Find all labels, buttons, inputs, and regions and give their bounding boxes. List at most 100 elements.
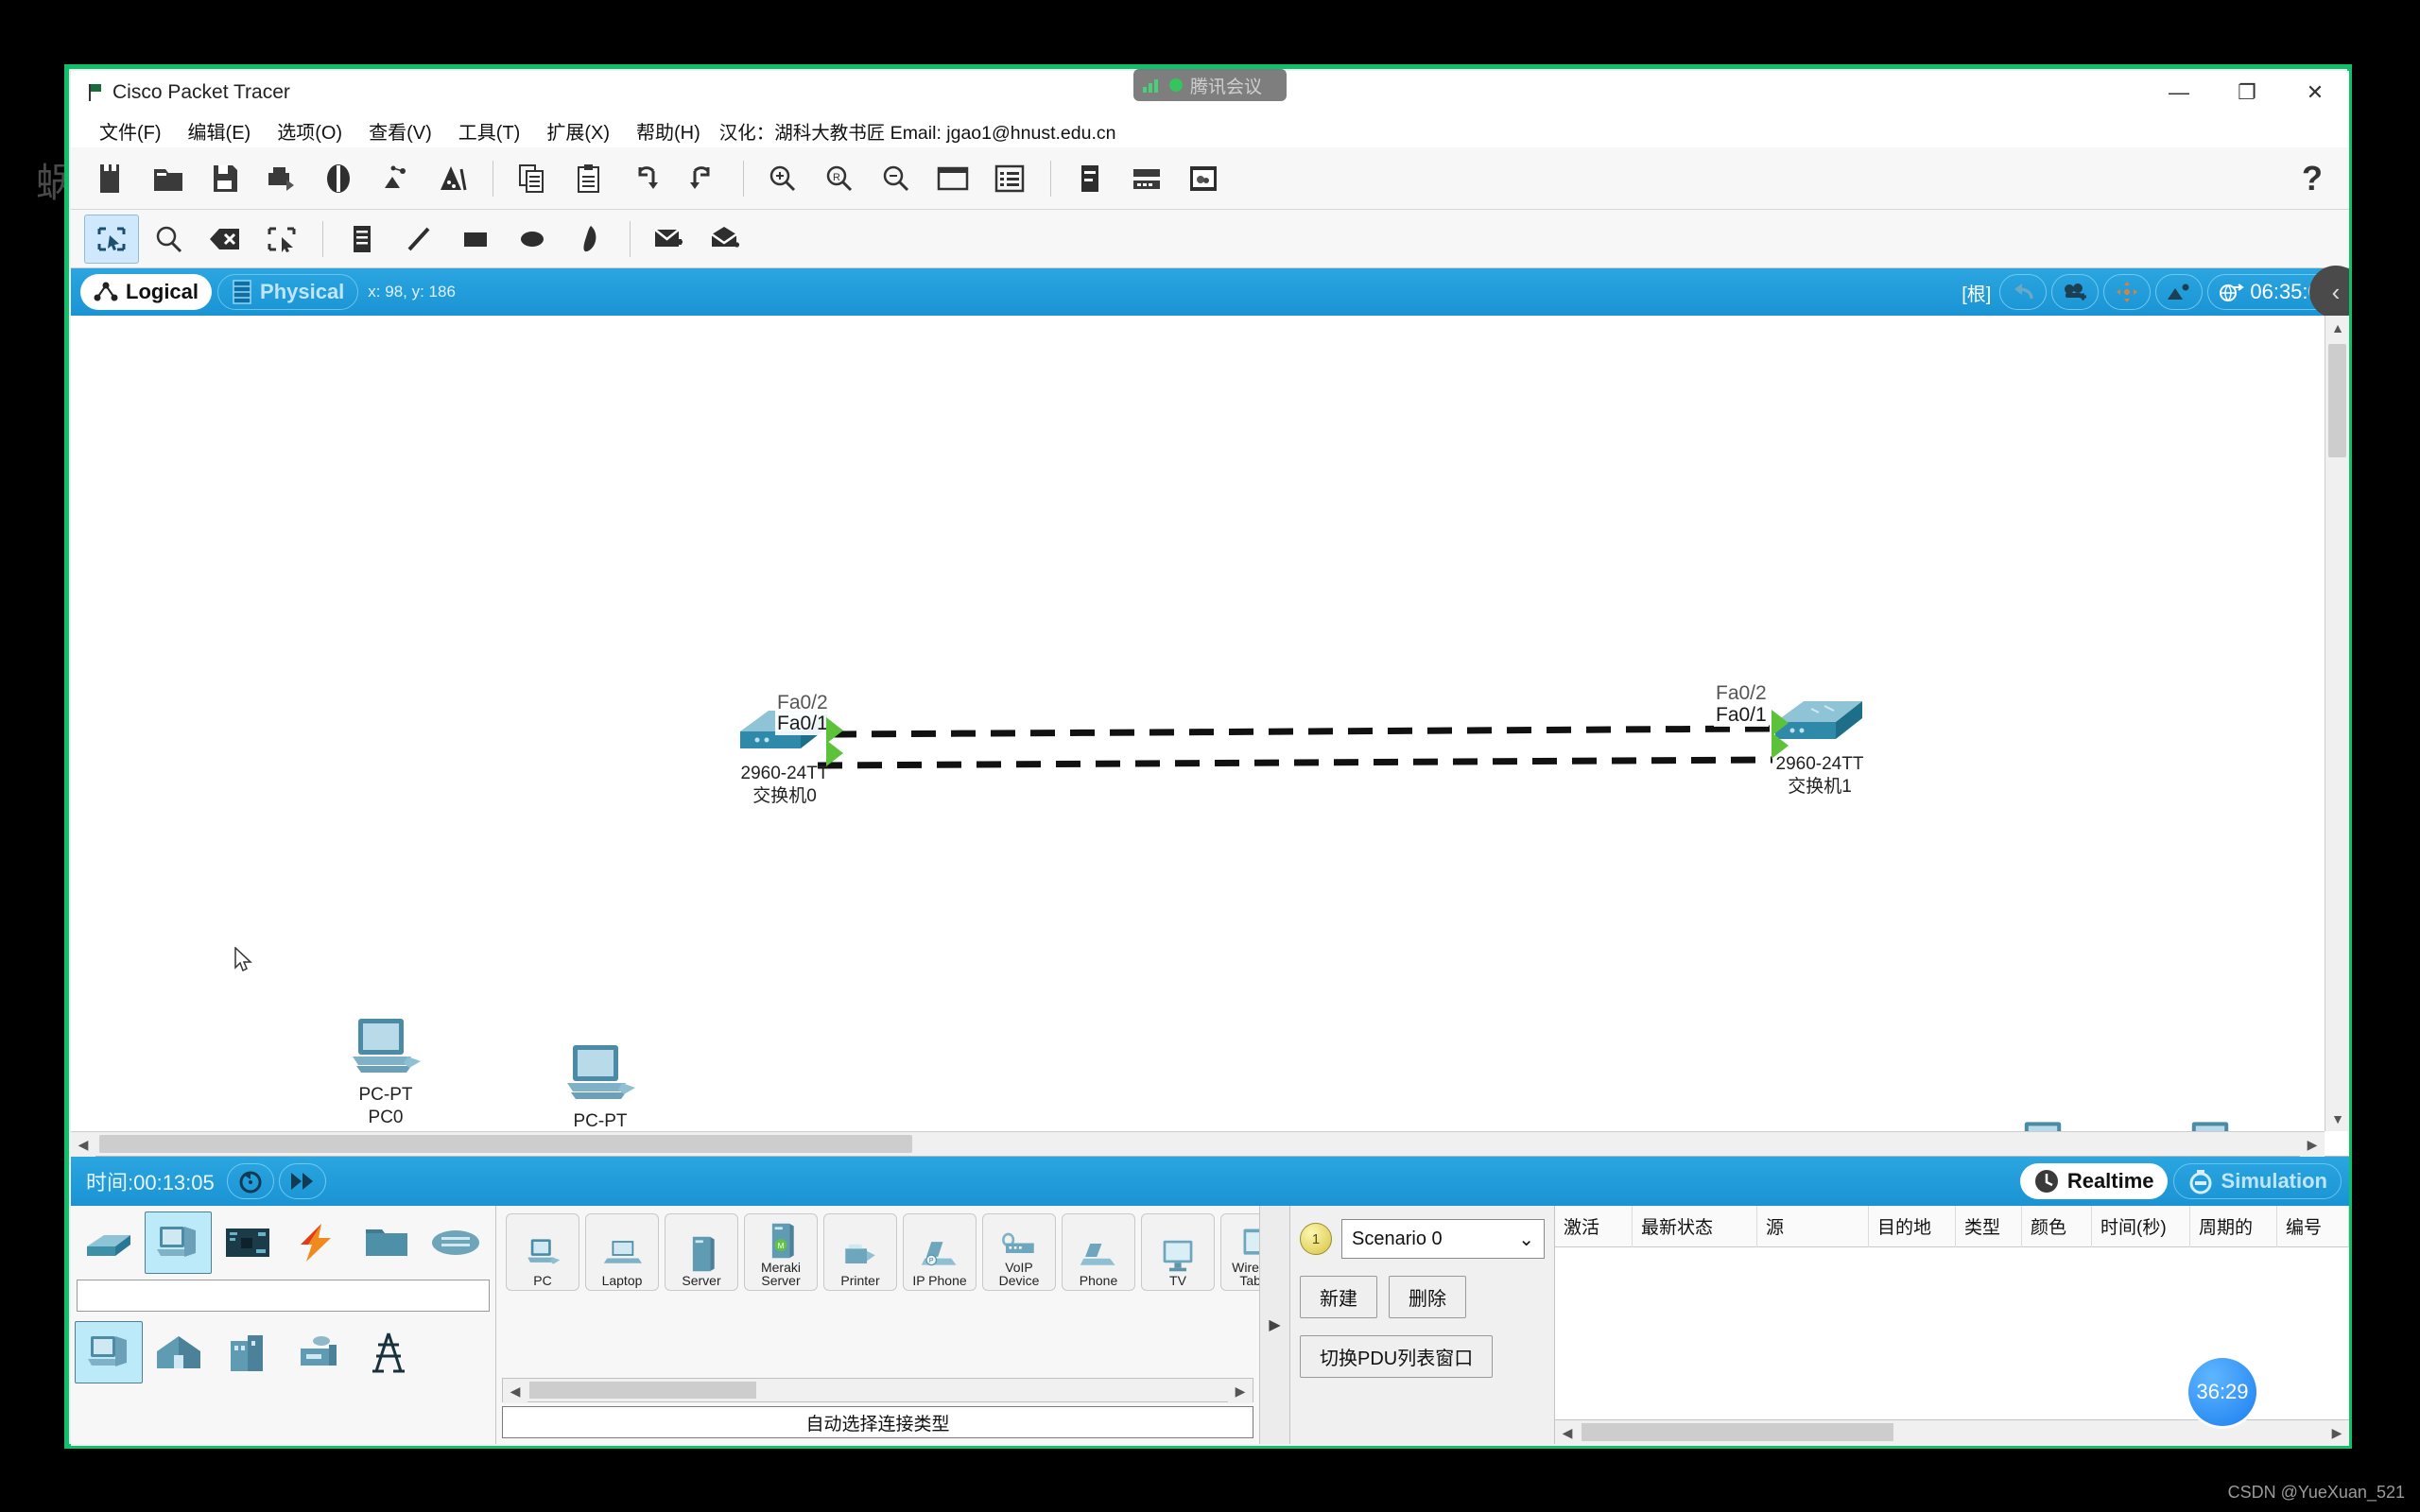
device-pc[interactable]: PC — [506, 1213, 579, 1291]
scroll-left-arrow[interactable]: ◀ — [71, 1132, 95, 1157]
draw-ellipse-icon[interactable] — [505, 215, 560, 264]
network-info-icon[interactable] — [368, 154, 423, 203]
device-meraki-server[interactable]: M Meraki Server — [744, 1213, 818, 1291]
category-connections[interactable] — [284, 1211, 352, 1274]
device-list-scrollbar[interactable]: ◀ ▶ — [502, 1378, 1253, 1403]
place-note-icon[interactable] — [335, 215, 389, 264]
pdu-panel-expander[interactable]: ▶ — [1260, 1206, 1290, 1444]
zoom-reset-icon[interactable]: R — [812, 154, 867, 203]
select-tool-icon[interactable] — [84, 214, 139, 264]
paste-icon[interactable] — [562, 154, 616, 203]
tab-logical[interactable]: Logical — [80, 274, 213, 310]
navigate-back-icon[interactable] — [1999, 274, 2048, 310]
subcategory-end-devices[interactable] — [75, 1321, 143, 1383]
device-pc0[interactable]: PC-PT PC0 — [343, 1015, 428, 1128]
mode-simulation[interactable]: Simulation — [2172, 1163, 2342, 1199]
device-pc3[interactable]: PC-PT PC3 — [2004, 1119, 2089, 1131]
menu-tools[interactable]: 工具(T) — [445, 115, 534, 146]
pdu-col-color[interactable]: 颜色 — [2022, 1205, 2092, 1247]
scroll-down-arrow[interactable]: ▼ — [2325, 1107, 2349, 1131]
draw-freeform-icon[interactable] — [562, 215, 616, 264]
minimize-button[interactable]: — — [2145, 71, 2213, 113]
copy-icon[interactable] — [505, 154, 560, 203]
device-scroll-left-arrow[interactable]: ◀ — [503, 1379, 527, 1403]
pdu-col-periodic[interactable]: 周期的 — [2190, 1205, 2277, 1247]
draw-line-icon[interactable] — [391, 215, 446, 264]
scroll-right-arrow[interactable]: ▶ — [2300, 1132, 2325, 1157]
pdu-col-time[interactable]: 时间(秒) — [2092, 1205, 2190, 1247]
pdu-scroll-thumb[interactable] — [1582, 1423, 1893, 1441]
subcategory-power-grid[interactable] — [354, 1321, 423, 1383]
reset-simulation-button[interactable] — [226, 1163, 274, 1199]
device-rack-icon[interactable] — [1119, 154, 1174, 203]
category-end-devices[interactable] — [144, 1211, 212, 1274]
device-ip-phone[interactable]: P IP Phone — [903, 1213, 977, 1291]
maximize-button[interactable]: ❐ — [2213, 71, 2281, 113]
pdu-col-source[interactable]: 源 — [1757, 1205, 1869, 1247]
pdu-col-active[interactable]: 激活 — [1555, 1205, 1633, 1247]
device-tv[interactable]: TV — [1141, 1213, 1215, 1291]
canvas-vertical-scrollbar[interactable]: ▲ ▼ — [2325, 316, 2349, 1131]
subcategory-home[interactable] — [145, 1321, 213, 1383]
delete-scenario-button[interactable]: 删除 — [1389, 1276, 1466, 1318]
tab-physical[interactable]: Physical — [217, 274, 359, 310]
pdu-col-type[interactable]: 类型 — [1956, 1205, 2022, 1247]
pdu-col-destination[interactable]: 目的地 — [1869, 1205, 1956, 1247]
device-server[interactable]: Server — [665, 1213, 738, 1291]
toggle-pdu-window-button[interactable]: 切换PDU列表窗口 — [1300, 1335, 1494, 1378]
pdu-col-last-status[interactable]: 最新状态 — [1633, 1205, 1757, 1247]
category-network-devices[interactable] — [75, 1211, 143, 1274]
new-scenario-button[interactable]: 新建 — [1300, 1276, 1377, 1318]
device-voip-device[interactable]: VoIP Device — [982, 1213, 1056, 1291]
device-wireless-tablet[interactable]: Wireless Tablet — [1220, 1213, 1259, 1291]
subcategory-smart-city[interactable] — [215, 1321, 283, 1383]
help-question-icon[interactable]: ? — [2302, 159, 2323, 198]
device-pc1[interactable]: PC-PT PC1 — [2171, 1119, 2256, 1131]
meeting-timer-bubble[interactable]: 36:29 — [2188, 1358, 2256, 1426]
scenario-select[interactable]: Scenario 0 ⌄ — [1341, 1219, 1545, 1259]
device-search-input[interactable] — [77, 1280, 490, 1312]
logical-canvas[interactable]: 2960-24TT 交换机0 Fa0/2 Fa0/1 2960-24TT 交换机… — [71, 316, 2325, 1131]
save-file-icon[interactable] — [198, 154, 252, 203]
menu-view[interactable]: 查看(V) — [355, 115, 445, 146]
panel-list-icon[interactable] — [1063, 154, 1117, 203]
delete-tool-icon[interactable] — [198, 215, 252, 264]
device-printer[interactable]: Printer — [823, 1213, 897, 1291]
activity-wizard-icon[interactable] — [311, 154, 366, 203]
close-button[interactable]: ✕ — [2281, 71, 2349, 113]
zoom-in-icon[interactable] — [755, 154, 810, 203]
redo-icon[interactable] — [675, 154, 730, 203]
new-cluster-icon[interactable] — [2051, 274, 2100, 310]
device-phone[interactable]: Phone — [1062, 1213, 1135, 1291]
zoom-out-icon[interactable] — [869, 154, 924, 203]
category-components[interactable] — [214, 1211, 282, 1274]
set-tiled-background-icon[interactable] — [2155, 274, 2204, 310]
canvas-horizontal-scrollbar[interactable]: ◀ ▶ — [71, 1131, 2325, 1157]
inspect-tool-icon[interactable] — [141, 215, 196, 264]
background-image-icon[interactable] — [1176, 154, 1231, 203]
resize-shape-icon[interactable] — [254, 215, 309, 264]
move-object-icon[interactable] — [2103, 274, 2152, 310]
device-pc2[interactable]: PC-PT PC2 — [558, 1041, 643, 1131]
scroll-thumb-vertical[interactable] — [2328, 344, 2346, 457]
subcategory-industrial[interactable] — [285, 1321, 353, 1383]
new-file-icon[interactable] — [84, 154, 139, 203]
menu-file[interactable]: 文件(F) — [86, 115, 175, 146]
category-multiuser-connection[interactable] — [423, 1211, 491, 1274]
scroll-up-arrow[interactable]: ▲ — [2325, 316, 2349, 340]
fast-forward-button[interactable] — [278, 1163, 326, 1199]
custom-devices-icon[interactable] — [982, 154, 1037, 203]
device-scroll-thumb[interactable] — [529, 1382, 756, 1399]
simple-pdu-icon[interactable] — [642, 215, 697, 264]
print-icon[interactable] — [254, 154, 309, 203]
tencent-meeting-overlay[interactable]: 腾讯会议 — [1133, 69, 1287, 101]
device-scroll-right-arrow[interactable]: ▶ — [1228, 1379, 1253, 1403]
pdu-scroll-right-arrow[interactable]: ▶ — [2325, 1420, 2349, 1445]
undo-icon[interactable] — [618, 154, 673, 203]
menu-options[interactable]: 选项(O) — [264, 115, 355, 146]
palette-window-icon[interactable] — [925, 154, 980, 203]
open-file-icon[interactable] — [141, 154, 196, 203]
menu-edit[interactable]: 编辑(E) — [175, 115, 265, 146]
lab-icon[interactable] — [424, 154, 479, 203]
menu-help[interactable]: 帮助(H) — [623, 115, 714, 146]
